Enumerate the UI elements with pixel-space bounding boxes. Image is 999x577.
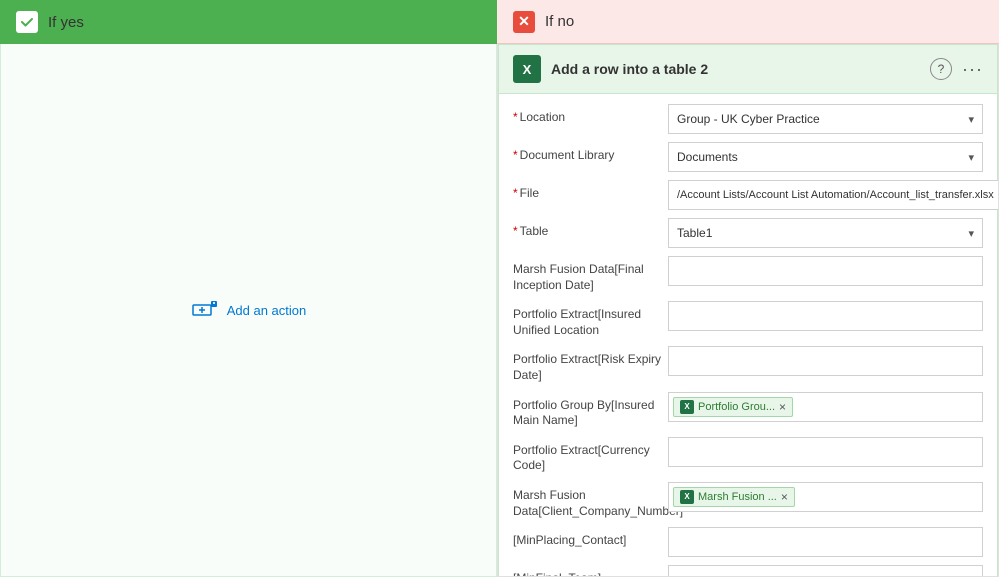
tag-close-button[interactable]: × bbox=[779, 400, 786, 414]
if-no-label: If no bbox=[545, 13, 574, 30]
file-label: *File bbox=[513, 180, 668, 202]
portfolio-group-row: Portfolio Group By[Insured Main Name] X … bbox=[513, 392, 983, 429]
portfolio-currency-row: Portfolio Extract[Currency Code] bbox=[513, 437, 983, 474]
x-icon: ✕ bbox=[513, 11, 535, 33]
card-header: X Add a row into a table 2 ? ··· bbox=[499, 45, 997, 94]
card-icons: ? ··· bbox=[930, 58, 983, 80]
more-options-button[interactable]: ··· bbox=[962, 59, 983, 80]
if-no-header: ✕ If no bbox=[497, 0, 999, 44]
left-panel: If yes Add an action bbox=[0, 0, 497, 577]
if-yes-header: If yes bbox=[0, 0, 497, 44]
portfolio-currency-input[interactable] bbox=[668, 437, 983, 467]
tag-excel-icon2: X bbox=[680, 490, 694, 504]
marsh-fusion-tag-container[interactable]: X Marsh Fusion ... × bbox=[668, 482, 983, 512]
chevron-down-icon: ▾ bbox=[968, 151, 974, 164]
card-title: Add a row into a table 2 bbox=[551, 61, 920, 77]
if-yes-label: If yes bbox=[48, 14, 84, 31]
add-action-label: Add an action bbox=[227, 303, 307, 318]
portfolio-group-tag: X Portfolio Grou... × bbox=[673, 397, 793, 417]
portfolio-currency-label: Portfolio Extract[Currency Code] bbox=[513, 437, 668, 474]
form-body: *Location Group - UK Cyber Practice ▾ *D… bbox=[499, 94, 997, 577]
tag-excel-icon: X bbox=[680, 400, 694, 414]
min-final-team-input[interactable] bbox=[668, 565, 983, 577]
tag-close-button2[interactable]: × bbox=[781, 490, 788, 504]
min-placing-row: [MinPlacing_Contact] bbox=[513, 527, 983, 557]
add-row-card: X Add a row into a table 2 ? ··· *Locati… bbox=[498, 44, 998, 577]
min-placing-input[interactable] bbox=[668, 527, 983, 557]
help-icon[interactable]: ? bbox=[930, 58, 952, 80]
portfolio-risk-input[interactable] bbox=[668, 346, 983, 376]
min-final-team-label: [MinFinal_Team] bbox=[513, 565, 668, 577]
portfolio-insured-input[interactable] bbox=[668, 301, 983, 331]
checkmark-icon bbox=[16, 11, 38, 33]
if-yes-body: Add an action bbox=[0, 44, 497, 577]
document-library-label: *Document Library bbox=[513, 142, 668, 164]
file-row: *File /Account Lists/Account List Automa… bbox=[513, 180, 983, 210]
add-action-button[interactable]: Add an action bbox=[191, 299, 307, 321]
right-panel: ✕ If no X Add a row into a table 2 ? ···… bbox=[497, 0, 999, 577]
document-library-dropdown[interactable]: Documents ▾ bbox=[668, 142, 983, 172]
add-action-icon bbox=[191, 299, 219, 321]
portfolio-insured-row: Portfolio Extract[Insured Unified Locati… bbox=[513, 301, 983, 338]
portfolio-risk-label: Portfolio Extract[Risk Expiry Date] bbox=[513, 346, 668, 383]
portfolio-group-label: Portfolio Group By[Insured Main Name] bbox=[513, 392, 668, 429]
portfolio-risk-row: Portfolio Extract[Risk Expiry Date] bbox=[513, 346, 983, 383]
portfolio-group-tag-container[interactable]: X Portfolio Grou... × bbox=[668, 392, 983, 422]
document-library-row: *Document Library Documents ▾ bbox=[513, 142, 983, 172]
marsh-fusion-final-input[interactable] bbox=[668, 256, 983, 286]
chevron-down-icon: ▾ bbox=[968, 113, 974, 126]
portfolio-insured-label: Portfolio Extract[Insured Unified Locati… bbox=[513, 301, 668, 338]
min-placing-label: [MinPlacing_Contact] bbox=[513, 527, 668, 549]
right-body: X Add a row into a table 2 ? ··· *Locati… bbox=[497, 44, 999, 577]
min-final-team-row: [MinFinal_Team] bbox=[513, 565, 983, 577]
marsh-fusion-final-row: Marsh Fusion Data[Final Inception Date] bbox=[513, 256, 983, 293]
table-dropdown[interactable]: Table1 ▾ bbox=[668, 218, 983, 248]
file-input[interactable]: /Account Lists/Account List Automation/A… bbox=[668, 180, 999, 210]
excel-icon: X bbox=[513, 55, 541, 83]
location-label: *Location bbox=[513, 104, 668, 126]
marsh-fusion-tag: X Marsh Fusion ... × bbox=[673, 487, 795, 507]
chevron-down-icon: ▾ bbox=[968, 227, 974, 240]
marsh-fusion-final-label: Marsh Fusion Data[Final Inception Date] bbox=[513, 256, 668, 293]
table-label: *Table bbox=[513, 218, 668, 240]
location-dropdown[interactable]: Group - UK Cyber Practice ▾ bbox=[668, 104, 983, 134]
marsh-fusion-client-row: Marsh Fusion Data[Client_Company_Number]… bbox=[513, 482, 983, 519]
marsh-fusion-client-label: Marsh Fusion Data[Client_Company_Number] bbox=[513, 482, 668, 519]
location-row: *Location Group - UK Cyber Practice ▾ bbox=[513, 104, 983, 134]
table-row: *Table Table1 ▾ bbox=[513, 218, 983, 248]
